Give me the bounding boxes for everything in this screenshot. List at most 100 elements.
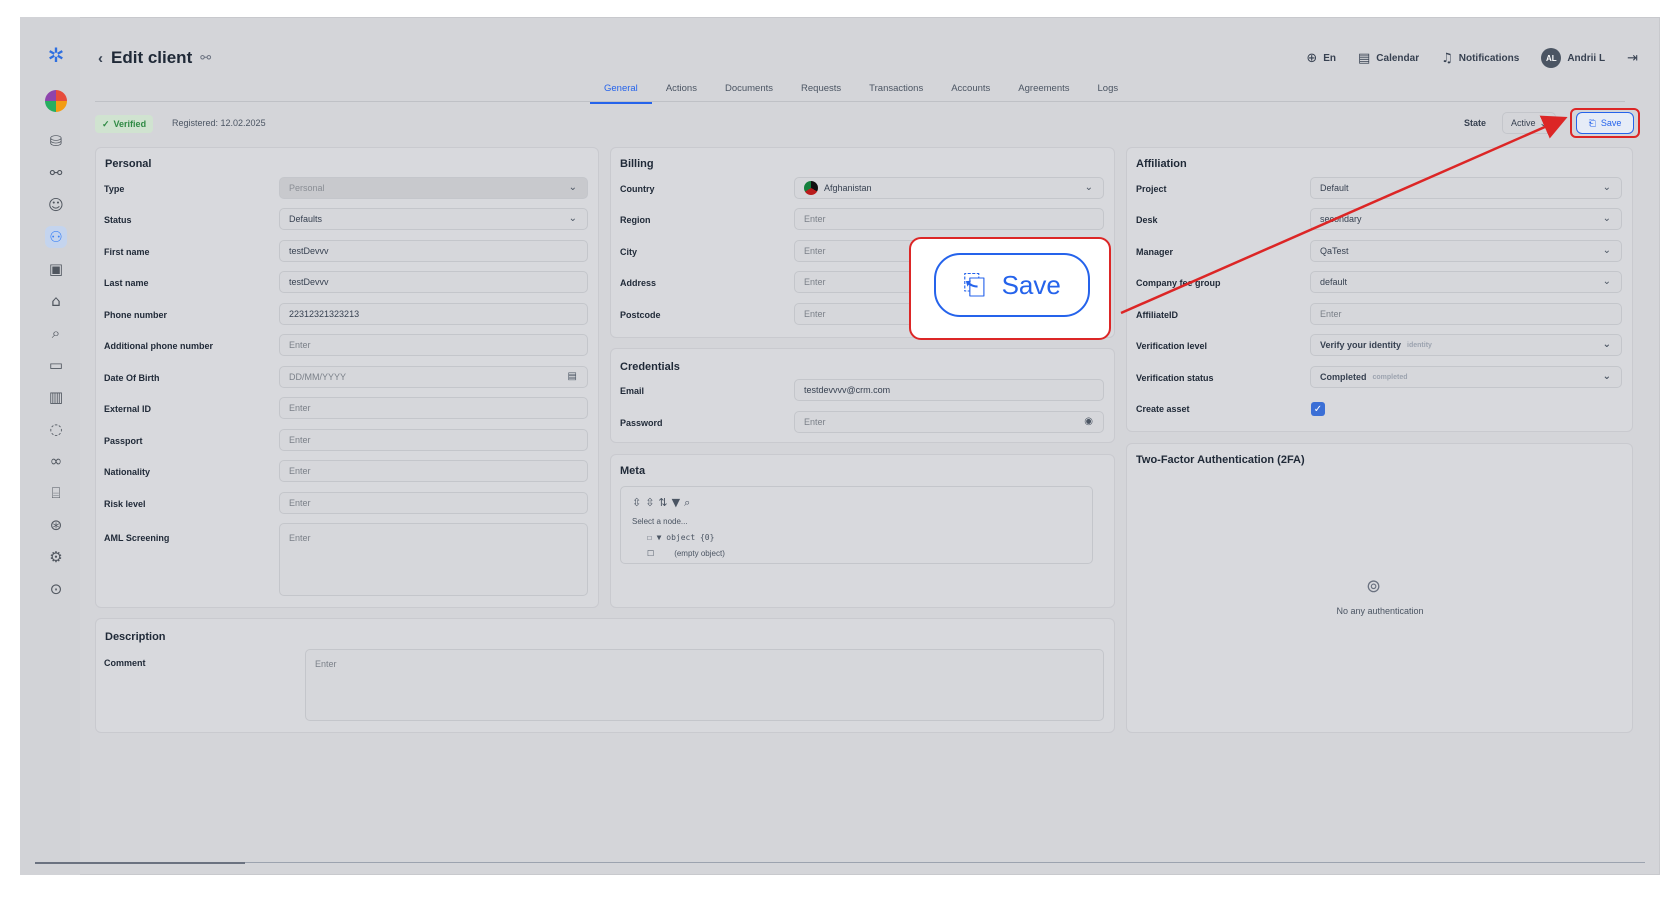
language-label: En [1323, 52, 1336, 64]
desk-label: Desk [1136, 215, 1158, 225]
settings-icon[interactable]: ⚙ [45, 546, 67, 568]
affiliate-id-label: AffiliateID [1136, 310, 1179, 320]
dob-input[interactable]: DD/MM/YYYY ▤ [279, 366, 588, 388]
chevron-down-icon: ⌄ [1602, 276, 1611, 287]
postcode-label: Postcode [620, 310, 661, 320]
eye-icon[interactable]: ◉ [1084, 416, 1093, 427]
risk-level-input[interactable]: Enter [279, 492, 588, 514]
first-name-label: First name [104, 247, 150, 257]
last-name-input[interactable]: testDevvv [279, 271, 588, 293]
dashboard-icon[interactable] [45, 90, 67, 112]
chevron-down-icon: ⌄ [1602, 213, 1611, 224]
verification-status-select[interactable]: Completed completed ⌄ [1310, 366, 1622, 388]
desk-select[interactable]: secondary ⌄ [1310, 208, 1622, 230]
back-icon[interactable]: ‹ [98, 50, 103, 67]
database-icon[interactable]: ⛁ [45, 130, 67, 152]
external-id-label: External ID [104, 404, 152, 414]
verification-level-select[interactable]: Verify your identity identity ⌄ [1310, 334, 1622, 356]
calendar-icon: ▤ [1358, 50, 1371, 66]
project-select[interactable]: Default ⌄ [1310, 177, 1622, 199]
risk-level-label: Risk level [104, 499, 146, 509]
nationality-input[interactable]: Enter [279, 460, 588, 482]
page-title: ‹ Edit client ⚯ [98, 48, 211, 68]
folder-icon[interactable]: ▭ [45, 354, 67, 376]
bank-icon[interactable]: ⌸ [45, 482, 67, 504]
verification-status-tag: completed [1372, 373, 1408, 381]
infinity-icon[interactable]: ∞ [45, 450, 67, 472]
password-placeholder: Enter [804, 417, 826, 427]
dob-placeholder: DD/MM/YYYY [289, 372, 347, 382]
language-switch[interactable]: ⊕ En [1306, 51, 1336, 66]
external-id-input[interactable]: Enter [279, 397, 588, 419]
search-icon[interactable]: ⌕ [45, 322, 67, 344]
phone-input[interactable]: 22312321323213 [279, 303, 588, 325]
create-asset-checkbox[interactable]: ✓ [1311, 402, 1325, 416]
verification-status-value: Completed [1320, 372, 1367, 382]
tree-empty-label: (empty object) [674, 549, 725, 558]
clients-icon[interactable]: ⚇ [45, 226, 67, 248]
chevron-down-icon: ⌄ [568, 182, 577, 193]
notifications-link[interactable]: ♫ Notifications [1441, 51, 1519, 66]
billing-title: Billing [620, 158, 654, 170]
page-title-text: Edit client [111, 48, 193, 67]
bell-icon: ♫ [1441, 50, 1453, 66]
top-right-menu: ⊕ En ▤ Calendar ♫ Notifications AL Andrii L … [1306, 48, 1638, 68]
additional-phone-label: Additional phone number [104, 341, 213, 351]
additional-phone-input[interactable]: Enter [279, 334, 588, 356]
email-input[interactable]: testdevvvv@crm.com [794, 379, 1104, 401]
chevron-down-icon: ⌄ [1602, 339, 1611, 350]
tasks-icon[interactable]: ▣ [45, 258, 67, 280]
region-input[interactable]: Enter [794, 208, 1104, 230]
manager-select[interactable]: QaTest ⌄ [1310, 240, 1622, 262]
chevron-down-icon: ⌄ [1602, 182, 1611, 193]
check-circle-icon: ✓ [102, 118, 110, 129]
country-select[interactable]: Afghanistan ⌄ [794, 177, 1104, 199]
personal-title: Personal [105, 158, 152, 170]
aml-textarea[interactable]: Enter [279, 523, 588, 596]
state-select[interactable]: Active ⌄ [1502, 112, 1556, 134]
status-select[interactable]: Defaults ⌄ [279, 208, 588, 230]
hierarchy-icon[interactable]: ⚯ [45, 162, 67, 184]
notifications-label: Notifications [1458, 52, 1520, 64]
chevron-down-icon: ⌄ [1602, 245, 1611, 256]
users-icon[interactable]: ☺ [45, 194, 67, 216]
logo-icon[interactable]: ✲ [45, 43, 67, 67]
meta-card: Meta [610, 454, 1115, 608]
verified-label: Verified [113, 119, 147, 129]
passport-label: Passport [104, 436, 143, 446]
type-select[interactable]: Personal ⌄ [279, 177, 588, 199]
email-label: Email [620, 386, 645, 396]
first-name-input[interactable]: testDevvv [279, 240, 588, 262]
manager-label: Manager [1136, 247, 1174, 257]
registered-date: Registered: 12.02.2025 [172, 118, 266, 128]
json-toolbar[interactable]: ⇳⇳⇅▼⌕ [632, 496, 694, 510]
status-value: Defaults [289, 214, 323, 224]
globe-icon[interactable]: ⊛ [45, 514, 67, 536]
passport-input[interactable]: Enter [279, 429, 588, 451]
callout-save-button[interactable]: ⎗ Save [934, 253, 1090, 317]
aml-label: AML Screening [104, 533, 170, 543]
logout-icon[interactable]: ⇥ [1627, 51, 1638, 66]
gift-icon[interactable]: ⌂ [45, 290, 67, 312]
user-menu[interactable]: AL Andrii L [1541, 48, 1605, 68]
afghanistan-flag-icon [804, 181, 818, 195]
fee-group-select[interactable]: default ⌄ [1310, 271, 1622, 293]
report-icon[interactable]: ◌ [45, 418, 67, 440]
calendar-icon[interactable]: ▤ [568, 371, 577, 382]
affiliate-id-input[interactable]: Enter [1310, 303, 1622, 325]
shield-icon[interactable]: ⊙ [45, 578, 67, 600]
comment-label: Comment [104, 658, 146, 668]
fee-group-label: Company fee group [1136, 278, 1221, 288]
password-input[interactable]: Enter ◉ [794, 411, 1104, 433]
scroll-indicator[interactable] [35, 862, 245, 864]
comment-textarea[interactable]: Enter [305, 649, 1104, 721]
tab-divider [95, 101, 1625, 102]
chart-icon[interactable]: ▥ [45, 386, 67, 408]
last-name-label: Last name [104, 278, 149, 288]
tree-root[interactable]: ☐ ▼ object {0} [647, 533, 714, 542]
avatar: AL [1541, 48, 1562, 68]
user-name: Andrii L [1567, 52, 1606, 64]
calendar-link[interactable]: ▤ Calendar [1358, 51, 1419, 66]
verification-status-label: Verification status [1136, 373, 1214, 383]
link-icon[interactable]: ⚯ [200, 50, 211, 66]
